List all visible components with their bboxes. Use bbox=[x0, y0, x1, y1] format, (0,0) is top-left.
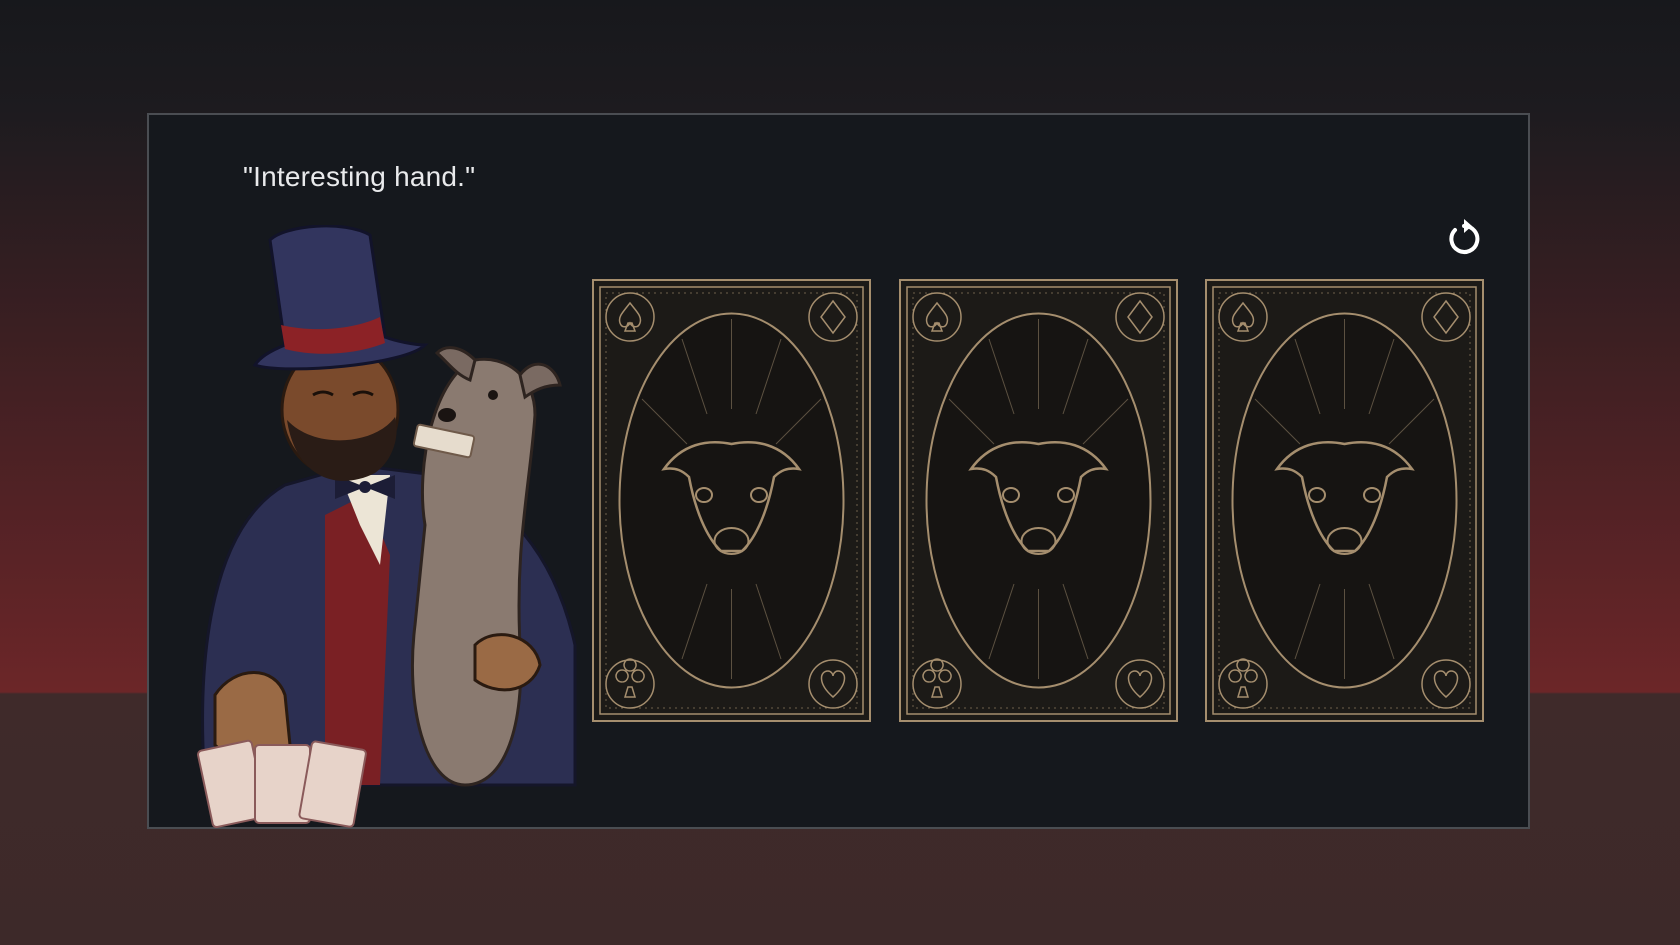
card-back-1[interactable] bbox=[592, 279, 871, 722]
dealer-illustration bbox=[175, 224, 585, 835]
card-back-2[interactable] bbox=[899, 279, 1178, 722]
card-back-3[interactable] bbox=[1205, 279, 1484, 722]
reset-button[interactable] bbox=[1442, 217, 1486, 261]
game-panel: "Interesting hand." bbox=[147, 113, 1530, 829]
greyhound-card-back-icon bbox=[899, 279, 1178, 722]
dealer-quote: "Interesting hand." bbox=[243, 161, 476, 192]
greyhound-card-back-icon bbox=[592, 279, 871, 722]
rotate-ccw-icon bbox=[1449, 219, 1480, 254]
greyhound-card-back-icon bbox=[1205, 279, 1484, 722]
